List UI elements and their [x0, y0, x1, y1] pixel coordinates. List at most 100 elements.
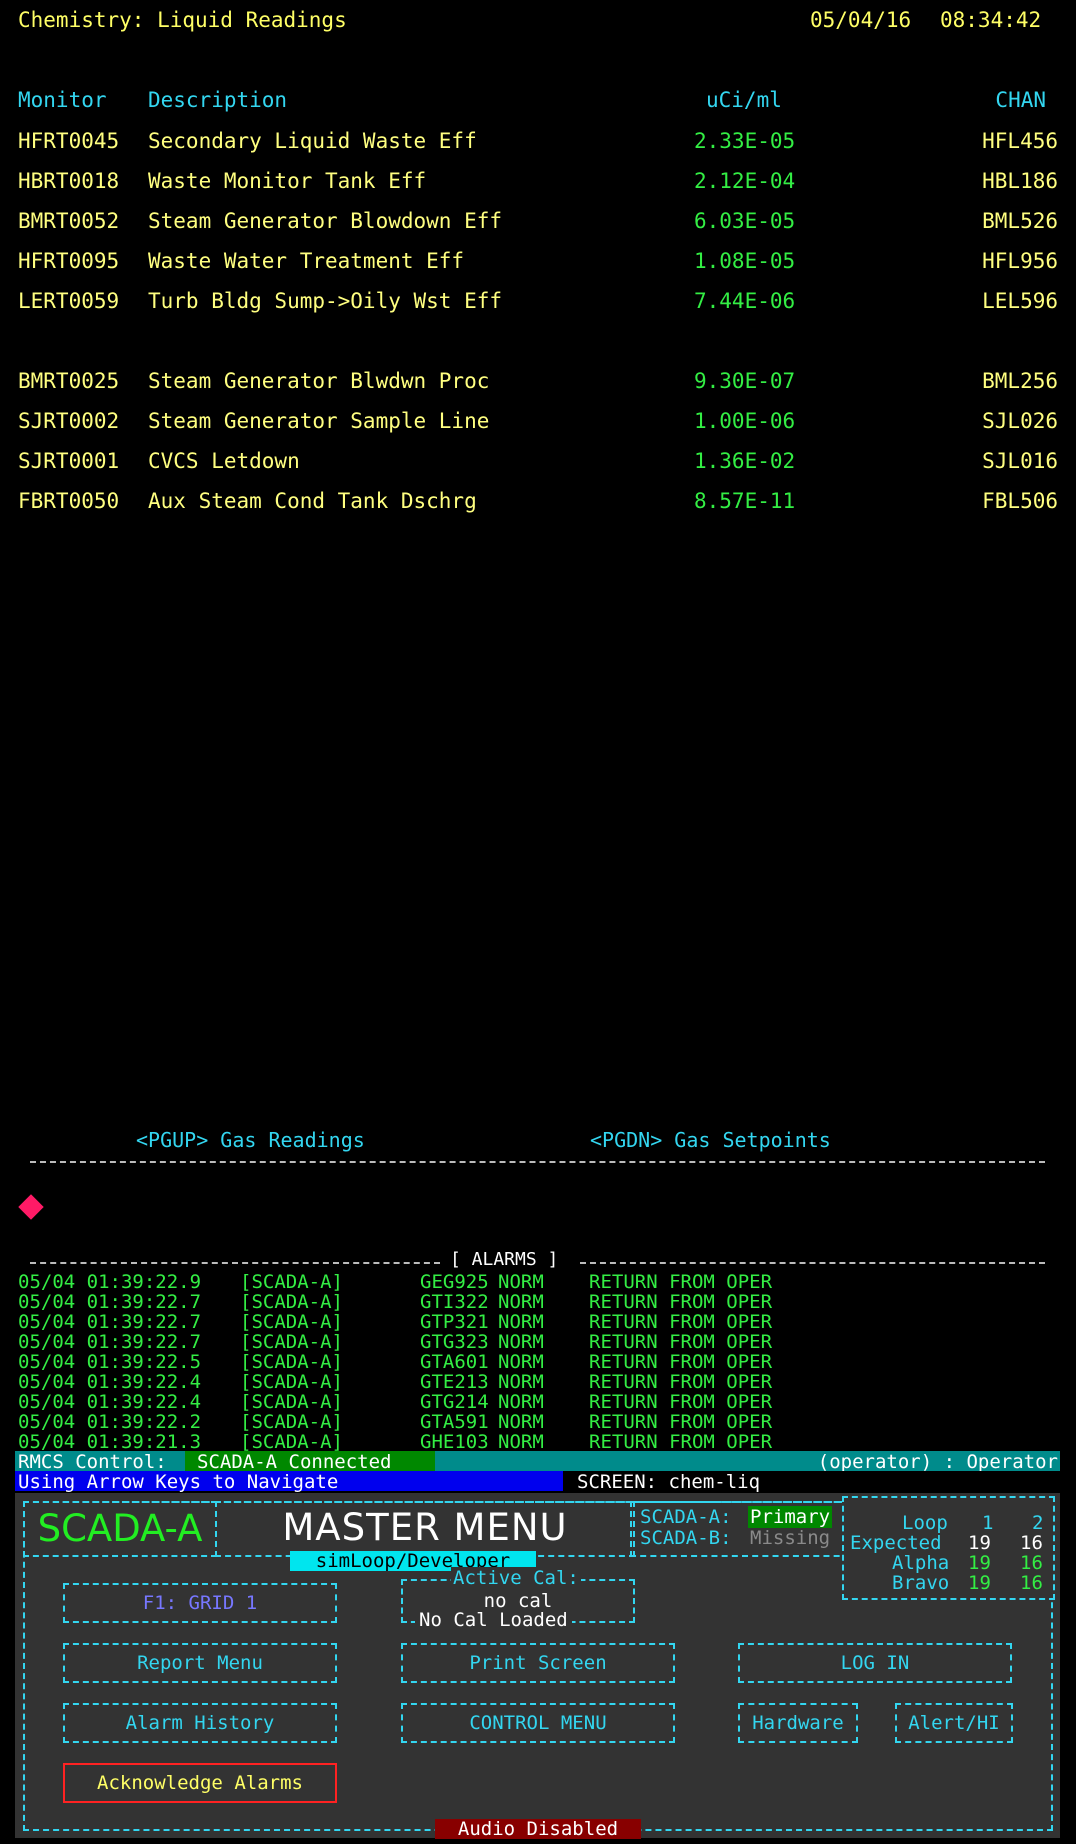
- alarms-divider-left: [30, 1262, 440, 1264]
- alarm-row[interactable]: 05/04 01:39:22.7 [SCADA-A] GTG323 NORM R…: [18, 1331, 772, 1353]
- table-row[interactable]: SJRT0002 Steam Generator Sample Line 1.0…: [0, 409, 1076, 449]
- reading-value: 1.00E-06: [694, 409, 796, 433]
- alarm-history-button[interactable]: Alarm History: [63, 1703, 337, 1743]
- pgdn-key: <PGDN>: [590, 1128, 663, 1152]
- alarm-row[interactable]: 05/04 01:39:22.7 [SCADA-A] GTP321 NORM R…: [18, 1311, 772, 1333]
- expected-label: Expected: [850, 1532, 942, 1554]
- reading-value: 6.03E-05: [694, 209, 796, 233]
- alarm-row[interactable]: 05/04 01:39:22.9 [SCADA-A] GEG925 NORM R…: [18, 1271, 772, 1293]
- bravo-1: 19: [968, 1572, 991, 1594]
- alarm-message: RETURN FROM OPER: [589, 1391, 773, 1413]
- alarm-source: [SCADA-A]: [240, 1311, 343, 1333]
- table-row[interactable]: HFRT0095 Waste Water Treatment Eff 1.08E…: [0, 249, 1076, 289]
- hardware-button[interactable]: Hardware: [738, 1703, 858, 1743]
- column-header-units: uCi/ml: [706, 88, 782, 112]
- monitor-description: Steam Generator Blowdown Eff: [148, 209, 503, 233]
- alpha-label: Alpha: [892, 1552, 950, 1574]
- monitor-description: Turb Bldg Sump->Oily Wst Eff: [148, 289, 503, 313]
- alarm-state: NORM: [498, 1371, 544, 1393]
- monitor-id: LERT0059: [18, 289, 120, 313]
- scada-a-state: Primary: [748, 1506, 833, 1528]
- channel-id: SJL026: [982, 409, 1058, 433]
- channel-id: HBL186: [982, 169, 1058, 193]
- alarm-chan: GTG323: [420, 1331, 489, 1353]
- alarm-row[interactable]: 05/04 01:39:22.2 [SCADA-A] GTA591 NORM R…: [18, 1411, 772, 1433]
- reading-value: 7.44E-06: [694, 289, 796, 313]
- table-row[interactable]: BMRT0025 Steam Generator Blwdwn Proc 9.3…: [0, 369, 1076, 409]
- brand-logo: SCADA-A: [23, 1501, 217, 1557]
- alarm-state: NORM: [498, 1431, 544, 1453]
- monitor-id: BMRT0025: [18, 369, 120, 393]
- alarm-source: [SCADA-A]: [240, 1351, 343, 1373]
- alarm-datetime: 05/04 01:39:22.7: [18, 1311, 202, 1333]
- alarm-row[interactable]: 05/04 01:39:21.3 [SCADA-A] GHE103 NORM R…: [18, 1431, 772, 1453]
- scada-a-label: SCADA-A:: [640, 1506, 732, 1528]
- audio-status: Audio Disabled: [435, 1819, 641, 1839]
- alpha-2: 16: [1020, 1552, 1043, 1574]
- active-cal-title: Active Cal:: [451, 1567, 581, 1589]
- alarm-state: NORM: [498, 1331, 544, 1353]
- table-row[interactable]: BMRT0052 Steam Generator Blowdown Eff 6.…: [0, 209, 1076, 249]
- alarm-datetime: 05/04 01:39:22.9: [18, 1271, 202, 1293]
- alarm-state: NORM: [498, 1391, 544, 1413]
- monitor-id: BMRT0052: [18, 209, 120, 233]
- alarm-row[interactable]: 05/04 01:39:22.4 [SCADA-A] GTG214 NORM R…: [18, 1391, 772, 1413]
- alarm-source: [SCADA-A]: [240, 1291, 343, 1313]
- alarm-chan: GTA601: [420, 1351, 489, 1373]
- login-button[interactable]: LOG IN: [738, 1643, 1012, 1683]
- alarm-state: NORM: [498, 1351, 544, 1373]
- report-menu-button[interactable]: Report Menu: [63, 1643, 337, 1683]
- expected-2: 16: [1020, 1532, 1043, 1554]
- alarm-message: RETURN FROM OPER: [589, 1271, 773, 1293]
- channel-id: FBL506: [982, 489, 1058, 513]
- monitor-description: Waste Monitor Tank Eff: [148, 169, 427, 193]
- alarm-row[interactable]: 05/04 01:39:22.4 [SCADA-A] GTE213 NORM R…: [18, 1371, 772, 1393]
- monitor-id: SJRT0001: [18, 449, 120, 473]
- pgup-label: Gas Readings: [220, 1128, 365, 1152]
- alarm-row[interactable]: 05/04 01:39:22.5 [SCADA-A] GTA601 NORM R…: [18, 1351, 772, 1373]
- alarm-state: NORM: [498, 1311, 544, 1333]
- rmcs-connection-status: SCADA-A Connected: [185, 1451, 435, 1473]
- table-row[interactable]: FBRT0050 Aux Steam Cond Tank Dschrg 8.57…: [0, 489, 1076, 529]
- channel-id: LEL596: [982, 289, 1058, 313]
- table-row[interactable]: SJRT0001 CVCS Letdown 1.36E-02 SJL016: [0, 449, 1076, 489]
- table-row[interactable]: LERT0059 Turb Bldg Sump->Oily Wst Eff 7.…: [0, 289, 1076, 329]
- monitor-description: Aux Steam Cond Tank Dschrg: [148, 489, 477, 513]
- monitor-description: Waste Water Treatment Eff: [148, 249, 465, 273]
- loop-status-box: Loop 1 2 Expected 19 16 Alpha 19 16 Brav…: [842, 1496, 1055, 1600]
- alpha-1: 19: [968, 1552, 991, 1574]
- pgup-link[interactable]: <PGUP> Gas Readings: [136, 1128, 365, 1152]
- pgdn-label: Gas Setpoints: [674, 1128, 831, 1152]
- f1-grid-button[interactable]: F1: GRID 1: [63, 1583, 337, 1623]
- screen-name: SCREEN: chem-liq: [563, 1471, 1060, 1493]
- alarm-message: RETURN FROM OPER: [589, 1351, 773, 1373]
- reading-value: 1.36E-02: [694, 449, 796, 473]
- acknowledge-alarms-button[interactable]: Acknowledge Alarms: [63, 1763, 337, 1803]
- loop-label: Loop: [902, 1512, 948, 1534]
- page-title: Chemistry: Liquid Readings: [18, 8, 347, 32]
- alert-hi-button[interactable]: Alert/HI: [895, 1703, 1013, 1743]
- table-row[interactable]: HBRT0018 Waste Monitor Tank Eff 2.12E-04…: [0, 169, 1076, 209]
- loop-col-2: 2: [1032, 1512, 1044, 1534]
- alarm-state: NORM: [498, 1271, 544, 1293]
- menu-title: MASTER MENU: [215, 1501, 635, 1557]
- alarm-datetime: 05/04 01:39:22.5: [18, 1351, 202, 1373]
- table-row[interactable]: HFRT0045 Secondary Liquid Waste Eff 2.33…: [0, 129, 1076, 169]
- alarm-chan: GTP321: [420, 1311, 489, 1333]
- monitor-description: CVCS Letdown: [148, 449, 300, 473]
- alarm-row[interactable]: 05/04 01:39:22.7 [SCADA-A] GTI322 NORM R…: [18, 1291, 772, 1313]
- alarm-source: [SCADA-A]: [240, 1431, 343, 1453]
- alarm-datetime: 05/04 01:39:22.4: [18, 1391, 202, 1413]
- rmcs-status-bar: RMCS Control: SCADA-A Connected (operato…: [15, 1451, 1060, 1473]
- alarm-source: [SCADA-A]: [240, 1391, 343, 1413]
- channel-id: HFL456: [982, 129, 1058, 153]
- print-screen-button[interactable]: Print Screen: [401, 1643, 675, 1683]
- alarms-divider-right: [580, 1262, 1045, 1264]
- reading-value: 2.33E-05: [694, 129, 796, 153]
- pgdn-link[interactable]: <PGDN> Gas Setpoints: [590, 1128, 831, 1152]
- alarm-datetime: 05/04 01:39:22.7: [18, 1331, 202, 1353]
- scada-b-state: Missing: [750, 1527, 831, 1549]
- reading-value: 9.30E-07: [694, 369, 796, 393]
- monitor-id: HFRT0045: [18, 129, 120, 153]
- control-menu-button[interactable]: CONTROL MENU: [401, 1703, 675, 1743]
